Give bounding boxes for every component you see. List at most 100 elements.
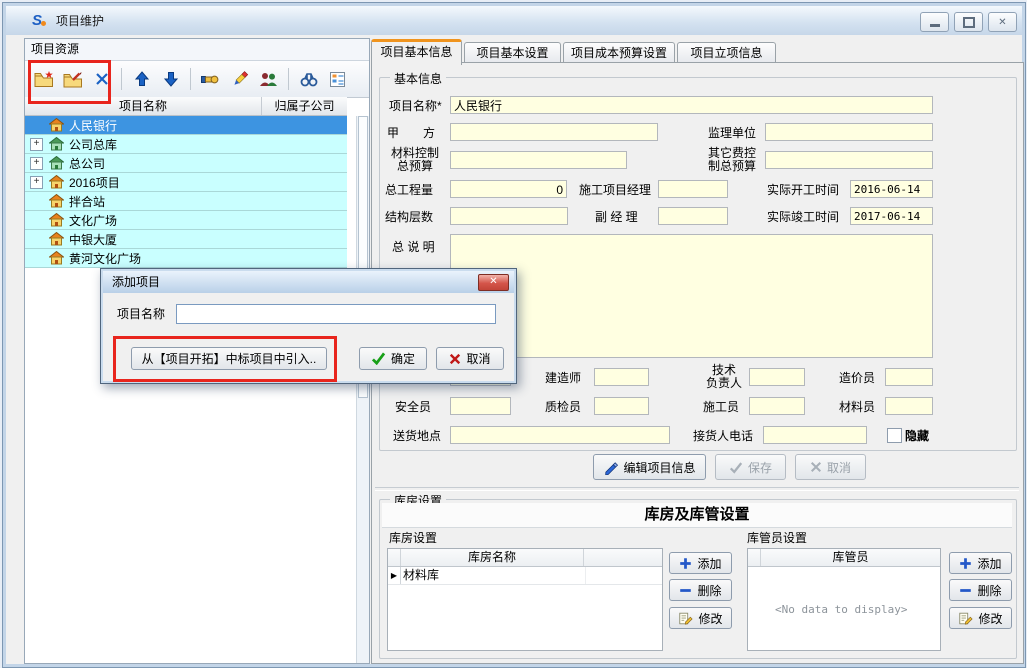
app-window: S 项目维护 ✕ 项目资源 — [2, 2, 1026, 668]
move-up-icon[interactable] — [129, 66, 154, 92]
cancel-button[interactable]: 取消 — [795, 454, 866, 480]
material-clerk-input[interactable] — [885, 397, 933, 415]
dialog-ok-button[interactable]: 确定 — [359, 347, 427, 370]
warehouse-modify-button[interactable]: 修改 — [669, 607, 732, 629]
close-button[interactable]: ✕ — [988, 12, 1017, 32]
dialog-cancel-button[interactable]: 取消 — [436, 347, 504, 370]
tree-item[interactable]: 人民银行 — [25, 116, 347, 135]
search-binoculars-icon[interactable] — [296, 66, 321, 92]
structure-layers-label: 结构层数 — [385, 211, 433, 224]
tree-scrollbar[interactable] — [356, 116, 369, 663]
tree-item[interactable]: 黄河文化广场 — [25, 249, 347, 268]
total-quantity-input[interactable]: 0 — [450, 180, 567, 198]
dialog-name-input[interactable] — [176, 304, 496, 324]
expander-plus-icon[interactable]: + — [30, 176, 43, 189]
material-budget-input[interactable] — [450, 151, 627, 169]
modify-note-icon — [958, 611, 973, 626]
row-marker-icon: ▶ — [388, 567, 401, 584]
party-a-input[interactable] — [450, 123, 658, 141]
no-data-text: <No data to display> — [775, 603, 907, 616]
keeper-remove-button[interactable]: 删除 — [949, 579, 1012, 601]
construction-worker-input[interactable] — [749, 397, 805, 415]
expander-plus-icon[interactable]: + — [30, 157, 43, 170]
tree-item[interactable]: 拌合站 — [25, 192, 347, 211]
receiver-phone-input[interactable] — [763, 426, 867, 444]
keeper-modify-button[interactable]: 修改 — [949, 607, 1012, 629]
other-budget-label: 其它费控 制总预算 — [703, 147, 761, 173]
keeper-table-header: 库管员 — [748, 549, 940, 567]
edit-folder-icon[interactable] — [60, 66, 85, 92]
deputy-manager-input[interactable] — [658, 207, 728, 225]
warehouse-right-label: 库管员设置 — [747, 532, 807, 545]
keeper-table: 库管员 — [747, 548, 941, 651]
column-header-subsidiary[interactable]: 归属子公司 — [262, 97, 347, 115]
column-header-project-name[interactable]: 项目名称 — [25, 97, 262, 115]
tab-project-basic-info[interactable]: 项目基本信息 — [371, 39, 462, 65]
table-row[interactable]: ▶ 材料库 — [388, 567, 662, 585]
dialog-import-button[interactable]: 从【项目开拓】中标项目中引入.. — [131, 347, 327, 370]
tree-item-label: 公司总库 — [69, 136, 117, 153]
tree-item[interactable]: +2016项目 — [25, 173, 347, 192]
tech-lead-input[interactable] — [749, 368, 805, 386]
supervisor-unit-input[interactable] — [765, 123, 933, 141]
summary-label: 总 说 明 — [392, 241, 435, 254]
quality-inspector-label: 质检员 — [545, 401, 581, 414]
warehouse-name-column[interactable]: 库房名称 — [401, 549, 584, 566]
house-green-icon — [49, 137, 64, 151]
builder-input[interactable] — [594, 368, 649, 386]
house-icon — [49, 175, 64, 189]
assign-hand-icon[interactable] — [198, 66, 223, 92]
add-project-dialog: 添加项目 ✕ 项目名称 从【项目开拓】中标项目中引入.. 确定 取消 — [100, 268, 517, 384]
warehouse-add-button[interactable]: 添加 — [669, 552, 732, 574]
delivery-address-label: 送货地点 — [393, 430, 441, 443]
warehouse-remove-button[interactable]: 删除 — [669, 579, 732, 601]
house-icon — [49, 194, 64, 208]
tree-item[interactable]: +总公司 — [25, 154, 347, 173]
summary-textarea[interactable] — [450, 234, 933, 358]
app-logo-icon: S — [32, 12, 49, 29]
quality-inspector-input[interactable] — [594, 397, 649, 415]
construction-manager-label: 施工项目经理 — [579, 184, 651, 197]
minimize-button[interactable] — [920, 12, 949, 32]
construction-manager-input[interactable] — [658, 180, 728, 198]
actual-end-input[interactable]: 2017-06-14 — [850, 207, 933, 225]
warehouse-section-title: 库房及库管设置 — [382, 503, 1012, 528]
edit-pencil-icon[interactable] — [227, 66, 252, 92]
house-icon — [49, 213, 64, 227]
keeper-column[interactable]: 库管员 — [761, 549, 940, 566]
detail-list-icon[interactable] — [325, 66, 350, 92]
users-icon[interactable] — [256, 66, 281, 92]
add-folder-icon[interactable] — [31, 66, 56, 92]
actual-start-input[interactable]: 2016-06-14 — [850, 180, 933, 198]
minus-icon — [679, 584, 692, 597]
dialog-close-button[interactable]: ✕ — [478, 274, 509, 291]
cost-estimator-input[interactable] — [885, 368, 933, 386]
hide-checkbox[interactable] — [887, 428, 902, 443]
safety-officer-input[interactable] — [450, 397, 511, 415]
other-budget-input[interactable] — [765, 151, 933, 169]
actual-start-label: 实际开工时间 — [767, 184, 839, 197]
delivery-address-input[interactable] — [450, 426, 670, 444]
save-button[interactable]: 保存 — [715, 454, 786, 480]
restore-button[interactable] — [954, 12, 983, 32]
plus-icon — [679, 557, 692, 570]
structure-layers-input[interactable] — [450, 207, 568, 225]
tree-item[interactable]: + 公司总库 — [25, 135, 347, 154]
tab-project-cost-budget[interactable]: 项目成本预算设置 — [563, 42, 675, 63]
edit-project-info-button[interactable]: 编辑项目信息 — [593, 454, 706, 480]
builder-label: 建造师 — [545, 372, 581, 385]
tree-item[interactable]: 中银大厦 — [25, 230, 347, 249]
tab-project-approval-info[interactable]: 项目立项信息 — [677, 42, 776, 63]
keeper-add-button[interactable]: 添加 — [949, 552, 1012, 574]
delete-node-icon[interactable] — [89, 66, 114, 92]
tree-item-label: 中银大厦 — [69, 231, 117, 248]
section-divider — [375, 487, 1019, 491]
basic-info-group-title: 基本信息 — [390, 70, 446, 87]
project-name-input[interactable]: 人民银行 — [450, 96, 933, 114]
tab-project-basic-settings[interactable]: 项目基本设置 — [464, 42, 561, 63]
tree-item[interactable]: 文化广场 — [25, 211, 347, 230]
warehouse-left-label: 库房设置 — [389, 532, 437, 545]
move-down-icon[interactable] — [158, 66, 183, 92]
expander-plus-icon[interactable]: + — [30, 138, 43, 151]
check-icon — [729, 461, 743, 474]
